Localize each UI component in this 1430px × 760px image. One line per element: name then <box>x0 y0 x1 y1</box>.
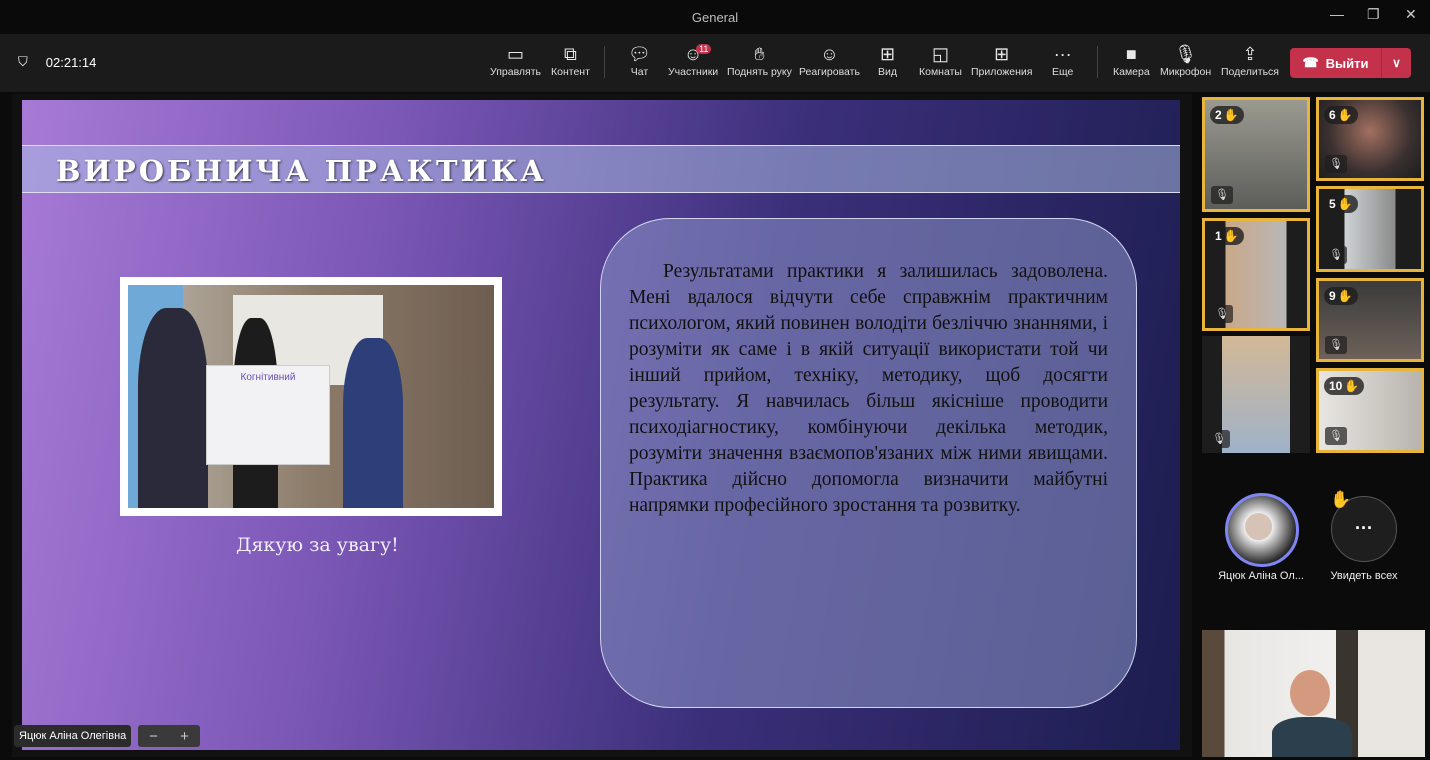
label: Вид <box>878 66 897 78</box>
raised-hand-icon: ✋ <box>1337 197 1353 211</box>
label: Поделиться <box>1221 66 1279 78</box>
raised-hand-icon: ✋ <box>1337 289 1353 303</box>
mic-muted-icon: 🎙︎ <box>1325 155 1347 173</box>
see-all-label: Увидеть всех <box>1330 570 1398 582</box>
label: Камера <box>1113 66 1150 78</box>
hand-order: 6 <box>1329 108 1336 122</box>
minimize-button[interactable]: — <box>1330 6 1344 22</box>
slide-title: ВИРОБНИЧА ПРАКТИКА <box>56 154 547 188</box>
hand-order: 9 <box>1329 289 1336 303</box>
label: Контент <box>551 66 590 78</box>
raised-hand-icon: ✋ <box>1337 108 1353 122</box>
mic-muted-icon: 🎙︎ <box>1208 430 1230 448</box>
participant-tile[interactable]: 6 ✋ 🎙︎ <box>1316 97 1424 181</box>
mic-muted-icon: 🎙︎ <box>1211 186 1233 204</box>
manage-button[interactable]: ▭ Управлять <box>490 42 541 78</box>
mic-muted-icon: 🎙︎ <box>1325 246 1347 264</box>
leave-label: Выйти <box>1325 55 1369 71</box>
leave-button[interactable]: ☎ Выйти ∨ <box>1290 48 1411 78</box>
mic-icon: 🎙︎ <box>1174 44 1198 64</box>
title-bar: General — ❐ ✕ <box>0 0 1430 34</box>
participant-tile[interactable]: 1 ✋ 🎙︎ <box>1202 218 1310 331</box>
more-icon: ··· <box>1355 518 1373 538</box>
slide-photo-board: Когнітивний <box>206 365 330 465</box>
raise-hand-button[interactable]: ✋︎ Поднять руку <box>727 42 792 78</box>
zoom-control[interactable]: − + <box>138 725 200 747</box>
participants-button[interactable]: ☺ 11 Участники <box>668 42 718 78</box>
chat-icon: 💬︎ <box>628 44 651 64</box>
slide-text-box: Результатами практики я залишилась задов… <box>600 218 1137 708</box>
zoom-in-button[interactable]: + <box>180 728 189 745</box>
participant-tile[interactable]: 5 ✋ 🎙︎ <box>1316 186 1424 272</box>
participant-tile[interactable]: 🎙︎ <box>1202 336 1310 453</box>
label: Участники <box>668 66 719 78</box>
rooms-button[interactable]: ◱ Комнаты <box>919 42 962 78</box>
self-video[interactable] <box>1202 630 1425 757</box>
participants-count-badge: 11 <box>696 44 712 54</box>
label: Комнаты <box>919 66 962 78</box>
hand-order: 10 <box>1329 379 1343 393</box>
meeting-timer: 02:21:14 <box>45 54 97 70</box>
raised-hand-icon: ✋ <box>1223 229 1239 243</box>
meeting-toolbar: ⛉ 02:21:14 ▭ Управлять ⧉ Контент 💬︎ Чат ☺ 11 У… <box>0 34 1430 92</box>
mic-muted-icon: 🎙︎ <box>1325 336 1347 354</box>
smile-icon: ☺ <box>820 44 839 64</box>
hand-order: 5 <box>1329 197 1336 211</box>
chevron-down-icon[interactable]: ∨ <box>1382 56 1411 70</box>
label: Приложения <box>971 66 1033 78</box>
camera-icon: ■ <box>1125 44 1137 64</box>
presenter-name-label: Яцюк Аліна Олегівна <box>14 725 132 747</box>
chat-button[interactable]: 💬︎ Чат <box>628 42 651 78</box>
slide-photo: Когнітивний <box>120 277 502 516</box>
label: Управлять <box>490 66 541 78</box>
content-button[interactable]: ⧉ Контент <box>551 42 590 78</box>
phone-hangup-icon: ☎ <box>1302 55 1319 70</box>
slide-caption: Дякую за увагу! <box>236 534 399 556</box>
participant-tile[interactable]: 10 ✋ 🎙︎ <box>1316 368 1424 453</box>
rooms-icon: ◱ <box>931 44 949 64</box>
hand-order: 1 <box>1215 229 1222 243</box>
raised-hand-icon: ✋ <box>1223 108 1239 122</box>
react-button[interactable]: ☺ Реагировать <box>799 42 860 78</box>
grid-icon: ⊞ <box>879 44 896 64</box>
raise-hand-icon: ✋︎ <box>754 44 765 64</box>
share-button[interactable]: ⇪ Поделиться <box>1221 42 1279 78</box>
title-band: ВИРОБНИЧА ПРАКТИКА <box>22 145 1180 193</box>
avatar-name: Яцюк Аліна Ол... <box>1218 570 1304 582</box>
content-icon: ⧉ <box>564 44 577 64</box>
label: Реагировать <box>799 66 860 78</box>
more-icon: ··· <box>1053 44 1072 64</box>
view-button[interactable]: ⊞ Вид <box>878 42 897 78</box>
mic-muted-icon: 🎙︎ <box>1325 427 1347 445</box>
participant-avatar[interactable] <box>1225 493 1299 567</box>
presentation-slide: ВИРОБНИЧА ПРАКТИКА Когнітивний Дякую за … <box>22 100 1180 750</box>
slide-body-text: Результатами практики я залишилась задов… <box>629 261 1108 516</box>
window-title: General <box>691 9 739 25</box>
raised-hand-icon: ✋ <box>1344 379 1360 393</box>
label: Чат <box>630 66 649 78</box>
apps-button[interactable]: ⊞ Приложения <box>971 42 1032 78</box>
close-button[interactable]: ✕ <box>1405 6 1417 23</box>
participant-tile[interactable]: 2 ✋ 🎙︎ <box>1202 97 1310 212</box>
label: Микрофон <box>1160 66 1212 78</box>
zoom-out-button[interactable]: − <box>149 728 158 745</box>
participant-tile[interactable]: 9 ✋ 🎙︎ <box>1316 278 1424 362</box>
raised-hand-icon: ✋ <box>1330 490 1352 509</box>
maximize-button[interactable]: ❐ <box>1367 6 1380 23</box>
hand-order: 2 <box>1215 108 1222 122</box>
shield-icon: ⛉ <box>18 54 28 69</box>
label: Еще <box>1052 66 1074 78</box>
share-icon: ⇪ <box>1242 44 1258 64</box>
more-button[interactable]: ··· Еще <box>1052 42 1073 78</box>
share-tray-icon: ▭ <box>506 44 524 64</box>
mic-muted-icon: 🎙︎ <box>1211 305 1233 323</box>
mic-button[interactable]: 🎙︎ Микрофон <box>1160 42 1211 78</box>
camera-button[interactable]: ■ Камера <box>1113 42 1150 78</box>
label: Поднять руку <box>727 66 792 78</box>
plus-icon: ⊞ <box>994 44 1010 64</box>
